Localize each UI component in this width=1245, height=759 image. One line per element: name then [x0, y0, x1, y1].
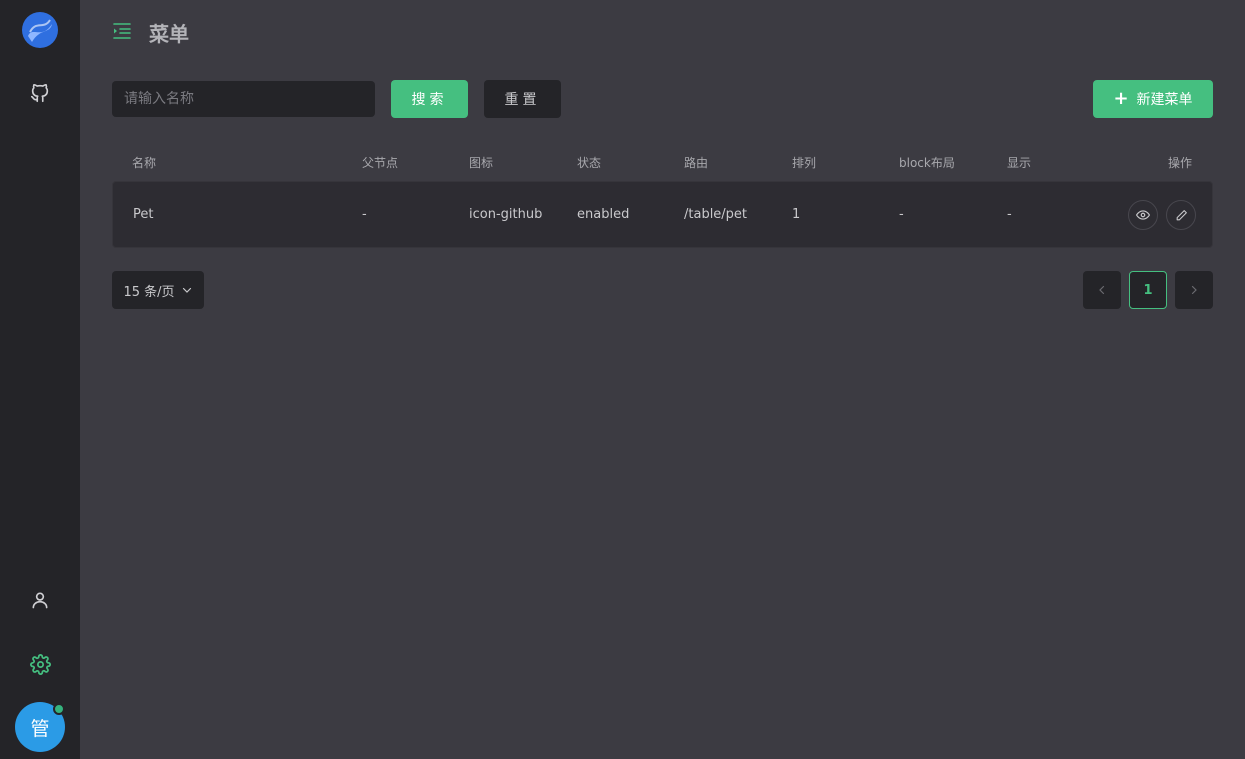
- table-row: [112, 181, 1213, 248]
- cell-name: Pet: [133, 207, 154, 222]
- new-menu-button[interactable]: + 新建菜单: [1093, 80, 1213, 118]
- column-header-name: 名称: [132, 156, 157, 170]
- cell-route: /table/pet: [684, 207, 748, 222]
- next-page-button[interactable]: [1175, 271, 1213, 309]
- menu-fold-icon[interactable]: [112, 22, 132, 40]
- prev-page-button[interactable]: [1083, 271, 1121, 309]
- online-status-dot: [53, 703, 65, 715]
- eye-icon: [1136, 210, 1150, 220]
- column-header-block: block布局: [899, 156, 955, 170]
- page-size-select[interactable]: 15 条/页: [112, 271, 204, 309]
- sidebar: 管: [0, 0, 80, 759]
- reset-button[interactable]: 重置: [484, 80, 561, 118]
- cell-display: -: [1007, 207, 1012, 222]
- column-header-status: 状态: [577, 156, 602, 170]
- avatar[interactable]: 管: [15, 702, 65, 752]
- page-title: 菜单: [149, 22, 189, 46]
- chevron-left-icon: [1099, 285, 1105, 295]
- app-logo-icon[interactable]: [22, 12, 58, 48]
- page-1-button[interactable]: 1: [1129, 271, 1167, 309]
- chevron-right-icon: [1191, 285, 1197, 295]
- view-button[interactable]: [1128, 200, 1158, 230]
- user-icon[interactable]: [28, 588, 52, 612]
- column-header-order: 排列: [792, 156, 817, 170]
- cell-icon: icon-github: [469, 207, 543, 222]
- new-menu-label: 新建菜单: [1136, 92, 1193, 108]
- cell-parent: -: [362, 207, 367, 222]
- column-header-actions: 操作: [1168, 156, 1193, 170]
- column-header-route: 路由: [684, 156, 709, 170]
- gear-icon[interactable]: [28, 652, 52, 676]
- column-header-icon: 图标: [469, 156, 494, 170]
- column-header-parent: 父节点: [362, 156, 399, 170]
- search-input[interactable]: [112, 81, 375, 117]
- page-size-label: 15 条/页: [123, 284, 175, 300]
- column-header-display: 显示: [1007, 156, 1032, 170]
- search-button[interactable]: 搜索: [391, 80, 468, 118]
- github-icon[interactable]: [28, 81, 52, 105]
- edit-button[interactable]: [1166, 200, 1196, 230]
- plus-icon: +: [1113, 88, 1129, 109]
- pencil-icon: [1176, 209, 1187, 220]
- cell-status: enabled: [577, 207, 630, 222]
- cell-order: 1: [792, 207, 801, 222]
- avatar-text: 管: [30, 717, 50, 740]
- cell-block: -: [899, 207, 904, 222]
- chevron-down-icon: [182, 287, 191, 293]
